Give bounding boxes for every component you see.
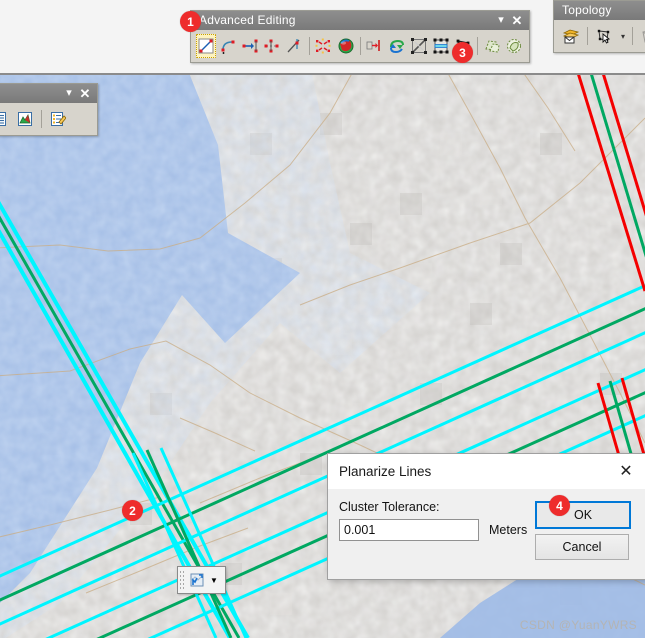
generalize-tool[interactable] <box>335 34 355 58</box>
select-topology-button[interactable] <box>559 24 583 48</box>
tools-toolbar-buttons: ? <box>0 103 97 135</box>
buffer-tool[interactable] <box>504 34 524 58</box>
annotation-badge-4: 4 <box>549 495 570 516</box>
advanced-editing-toolbar-buttons <box>191 30 529 62</box>
edit-attributes-button[interactable] <box>46 107 70 131</box>
line-intersection-tool[interactable] <box>284 34 304 58</box>
trim-tool[interactable] <box>262 34 282 58</box>
map-frame-border <box>0 73 645 75</box>
toolbar-title-label: Topology <box>562 3 612 17</box>
watermark-text: CSDN @YuanYWRS <box>519 618 637 632</box>
topology-edit-chevron-down-icon[interactable]: ▾ <box>617 32 629 41</box>
open-attribute-table-button[interactable] <box>0 107 11 131</box>
toolbar-separator <box>632 27 634 45</box>
toolbar-separator <box>476 37 478 55</box>
dialog-close-icon[interactable]: ✕ <box>606 455 645 488</box>
toolbar-separator <box>308 37 310 55</box>
toolbar-title-label: Advanced Editing <box>199 13 296 27</box>
tools-toolbar-title[interactable]: ▾ ✕ <box>0 84 97 103</box>
modify-edge-button[interactable] <box>637 24 645 48</box>
topology-edit-tool[interactable] <box>592 24 616 48</box>
annotation-badge-3: 3 <box>452 42 473 63</box>
advanced-editing-toolbar[interactable]: Advanced Editing ▾ ✕ <box>190 10 530 63</box>
dialog-body: Cluster Tolerance: Meters OK Cancel <box>328 489 645 579</box>
topology-toolbar[interactable]: Topology ▾ <box>553 0 645 53</box>
units-label: Meters <box>489 523 528 537</box>
toolbar-separator <box>587 27 588 45</box>
toolbar-separator <box>41 110 42 128</box>
smooth-tool[interactable] <box>431 34 451 58</box>
explode-multipart-feature[interactable] <box>313 34 333 58</box>
advanced-editing-toolbar-title[interactable]: Advanced Editing ▾ ✕ <box>191 11 529 30</box>
replace-geometry-tool[interactable] <box>364 34 384 58</box>
dialog-title-bar[interactable]: Planarize Lines ✕ <box>328 454 645 489</box>
cluster-tolerance-label: Cluster Tolerance: <box>339 500 440 514</box>
application-window: Advanced Editing ▾ ✕ Topology ▾ ▾ ✕ ▼ Pl… <box>0 0 645 638</box>
map-floating-toolbar[interactable]: ▼ <box>177 566 226 594</box>
toolbar-separator <box>359 37 361 55</box>
divide-tool[interactable] <box>409 34 429 58</box>
topology-toolbar-title[interactable]: Topology <box>554 1 645 20</box>
topology-toolbar-buttons: ▾ <box>554 20 645 52</box>
reshape-feature-tool[interactable] <box>387 34 407 58</box>
annotation-badge-2: 2 <box>122 500 143 521</box>
toolbar-drag-handle[interactable] <box>179 570 186 590</box>
snapping-tool[interactable] <box>186 569 208 591</box>
toolbar-close-icon[interactable]: ✕ <box>509 11 525 30</box>
tools-toolbar[interactable]: ▾ ✕ ? <box>0 83 98 136</box>
annotation-badge-1: 1 <box>180 11 201 32</box>
toolbar-options-chevron-down-icon[interactable]: ▾ <box>493 11 509 30</box>
construct-geometry-tool[interactable] <box>196 34 217 58</box>
dialog-title-label: Planarize Lines <box>339 463 432 479</box>
chart-tool[interactable] <box>13 107 37 131</box>
planarize-lines-dialog[interactable]: Planarize Lines ✕ Cluster Tolerance: Met… <box>327 453 645 580</box>
toolbar-options-chevron-down-icon[interactable]: ▾ <box>61 84 77 103</box>
copy-parallel-tool[interactable] <box>482 34 502 58</box>
snapping-chevron-down-icon[interactable]: ▼ <box>208 569 220 591</box>
cancel-button[interactable]: Cancel <box>535 534 629 560</box>
toolbar-close-icon[interactable]: ✕ <box>77 84 93 103</box>
extend-tool[interactable] <box>240 34 260 58</box>
cluster-tolerance-input[interactable] <box>339 519 479 541</box>
fillet-tool[interactable] <box>218 34 238 58</box>
